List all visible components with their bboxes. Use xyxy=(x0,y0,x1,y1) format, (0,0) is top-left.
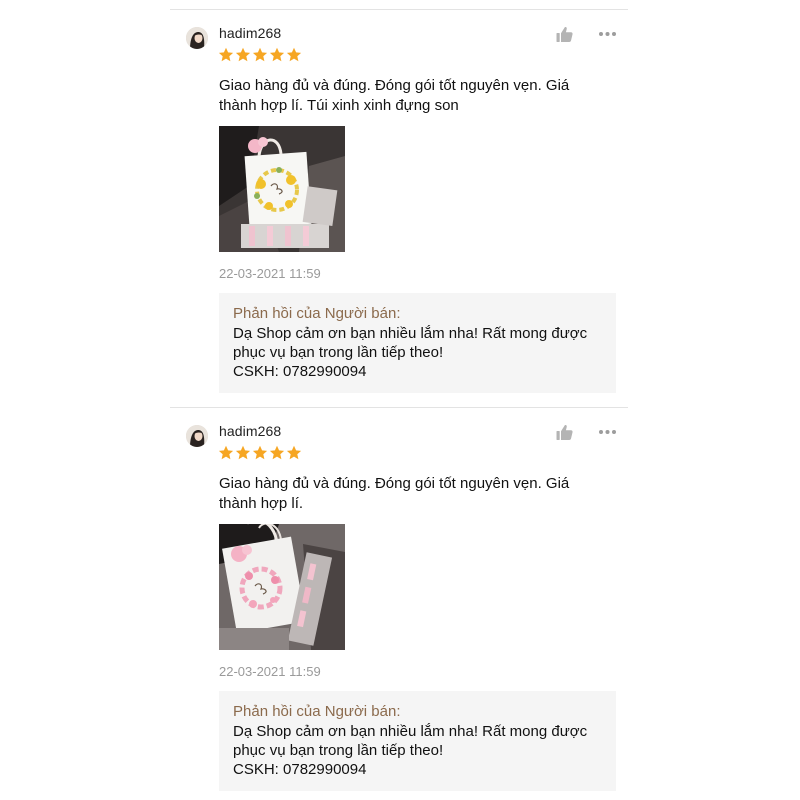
seller-reply: Phản hồi của Người bán: Dạ Shop cảm ơn b… xyxy=(219,691,616,791)
seller-reply-line: phục vụ bạn trong lần tiếp theo! xyxy=(233,344,444,361)
seller-reply-line: CSKH: 0782990094 xyxy=(233,363,367,380)
review-list: hadim268 Giao hàng đủ và đúng. Đóng gói … xyxy=(170,0,628,800)
review-comment: Giao hàng đủ và đúng. Đóng gói tốt nguyê… xyxy=(219,77,570,114)
seller-reply-text: Dạ Shop cảm ơn bạn nhiều lắm nha! Rất mo… xyxy=(233,324,613,381)
star-icon xyxy=(269,47,285,62)
star-icon xyxy=(269,445,285,460)
star-icon xyxy=(286,47,302,62)
star-icon xyxy=(235,445,251,460)
review-comment: Giao hàng đủ và đúng. Đóng gói tốt nguyê… xyxy=(219,475,570,512)
rating-stars xyxy=(218,445,302,461)
review-timestamp: 22-03-2021 11:59 xyxy=(219,266,321,281)
avatar[interactable] xyxy=(186,27,208,49)
seller-reply-text: Dạ Shop cảm ơn bạn nhiều lắm nha! Rất mo… xyxy=(233,722,613,779)
avatar[interactable] xyxy=(186,425,208,447)
star-icon xyxy=(252,47,268,62)
more-options-icon[interactable] xyxy=(598,31,617,37)
seller-reply-line: phục vụ bạn trong lần tiếp theo! xyxy=(233,742,444,759)
username[interactable]: hadim268 xyxy=(219,25,281,41)
review-timestamp: 22-03-2021 11:59 xyxy=(219,664,321,679)
thumbs-up-icon[interactable] xyxy=(556,424,573,441)
more-options-icon[interactable] xyxy=(598,429,617,435)
star-icon xyxy=(252,445,268,460)
username[interactable]: hadim268 xyxy=(219,423,281,439)
review-photo[interactable] xyxy=(219,126,345,252)
star-icon xyxy=(235,47,251,62)
seller-reply-title: Phản hồi của Người bán: xyxy=(233,703,401,720)
review-item: hadim268 Giao hàng đủ và đúng. Đóng gói … xyxy=(170,408,628,800)
seller-reply-line: Dạ Shop cảm ơn bạn nhiều lắm nha! Rất mo… xyxy=(233,723,588,740)
seller-reply: Phản hồi của Người bán: Dạ Shop cảm ơn b… xyxy=(219,293,616,393)
seller-reply-line: Dạ Shop cảm ơn bạn nhiều lắm nha! Rất mo… xyxy=(233,325,588,342)
review-item: hadim268 Giao hàng đủ và đúng. Đóng gói … xyxy=(170,10,628,406)
star-icon xyxy=(218,445,234,460)
review-photo[interactable] xyxy=(219,524,345,650)
seller-reply-line: CSKH: 0782990094 xyxy=(233,761,367,778)
thumbs-up-icon[interactable] xyxy=(556,26,573,43)
star-icon xyxy=(286,445,302,460)
rating-stars xyxy=(218,47,302,63)
star-icon xyxy=(218,47,234,62)
seller-reply-title: Phản hồi của Người bán: xyxy=(233,305,401,322)
